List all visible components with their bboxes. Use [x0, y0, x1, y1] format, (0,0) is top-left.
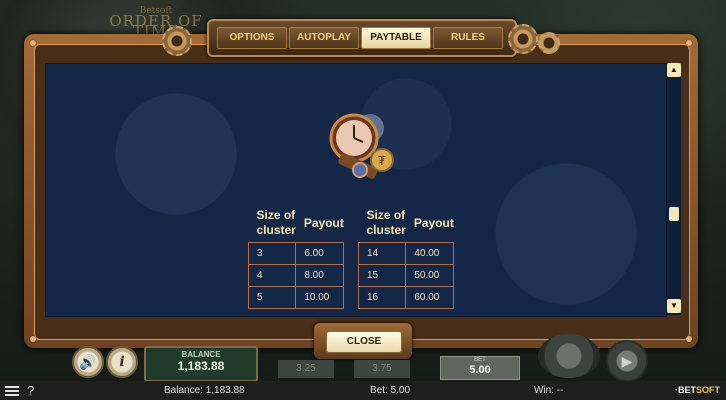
- menu-tabs: OPTIONS AUTOPLAY PAYTABLE RULES: [217, 27, 503, 49]
- table-row: 5 10.00: [247, 286, 345, 309]
- cluster-size-cell: 15: [357, 264, 407, 287]
- status-bar: ? Balance: 1,183.88 Bet: 5.00 Win: -- ·B…: [0, 381, 726, 400]
- payout-cell: 50.00: [405, 264, 455, 287]
- tab-autoplay[interactable]: AUTOPLAY: [289, 27, 359, 49]
- scroll-down-button[interactable]: ▼: [667, 299, 681, 313]
- rivet-icon: [30, 336, 36, 342]
- status-balance: Balance: 1,183.88: [164, 385, 245, 396]
- betsoft-logo: ·BETSOFT: [675, 385, 720, 395]
- menu-tab-bar: OPTIONS AUTOPLAY PAYTABLE RULES: [207, 19, 517, 57]
- pocket-watch-icon: ₮: [329, 113, 394, 179]
- balance-value: 1,183.88: [177, 359, 225, 373]
- table-row: 4 8.00: [247, 264, 345, 287]
- paytable-scrollbar[interactable]: ▲ ▼: [667, 63, 681, 315]
- autoplay-button[interactable]: ▶: [606, 340, 648, 382]
- gear-icon: [162, 26, 192, 56]
- payout-cell: 8.00: [295, 264, 345, 287]
- bet-value: 5.00: [469, 364, 491, 376]
- tab-rules[interactable]: RULES: [433, 27, 503, 49]
- paytable-right: Size of cluster Payout 14 40.00 15 50.00…: [357, 204, 455, 309]
- dimmed-value-left: 3.25: [278, 360, 334, 378]
- bet-display[interactable]: BET 5.00: [440, 356, 520, 380]
- header-payout: Payout: [413, 215, 454, 230]
- game-logo: Betsoft ORDER OF TIME: [96, 6, 216, 40]
- header-cluster-size: Size of cluster: [256, 208, 296, 237]
- cluster-size-cell: 14: [357, 242, 407, 265]
- paytable-left: Size of cluster Payout 3 6.00 4 8.00 5 1…: [247, 204, 345, 309]
- sound-button[interactable]: 🔊: [72, 346, 104, 378]
- balance-label: BALANCE: [181, 350, 221, 359]
- close-button[interactable]: CLOSE: [326, 331, 402, 353]
- header-cluster-size: Size of cluster: [366, 208, 406, 237]
- gear-icon: [538, 32, 560, 54]
- cluster-size-cell: 4: [247, 264, 297, 287]
- help-icon[interactable]: ?: [27, 381, 34, 400]
- table-row: 16 60.00: [357, 286, 455, 309]
- info-button[interactable]: i: [106, 346, 138, 378]
- payout-cell: 60.00: [405, 286, 455, 309]
- cluster-size-cell: 5: [247, 286, 297, 309]
- balance-display: BALANCE 1,183.88: [144, 346, 258, 382]
- dimmed-value-right: 3.75: [354, 360, 410, 378]
- tab-options[interactable]: OPTIONS: [217, 27, 287, 49]
- status-win: Win: --: [534, 385, 564, 396]
- cluster-size-cell: 16: [357, 286, 407, 309]
- rivet-icon: [30, 40, 36, 46]
- bet-label: BET: [474, 357, 486, 363]
- gear-icon: [508, 24, 538, 54]
- header-payout: Payout: [303, 215, 344, 230]
- payout-cell: 40.00: [405, 242, 455, 265]
- scroll-up-button[interactable]: ▲: [667, 63, 681, 77]
- table-row: 15 50.00: [357, 264, 455, 287]
- payout-cell: 6.00: [295, 242, 345, 265]
- rivet-icon: [686, 40, 692, 46]
- svg-text:₮: ₮: [378, 154, 386, 168]
- payout-cell: 10.00: [295, 286, 345, 309]
- table-row: 14 40.00: [357, 242, 455, 265]
- rivet-icon: [686, 336, 692, 342]
- scroll-thumb[interactable]: [669, 207, 679, 221]
- cluster-size-cell: 3: [247, 242, 297, 265]
- spin-button[interactable]: [538, 334, 600, 378]
- tab-paytable[interactable]: PAYTABLE: [361, 27, 431, 49]
- status-bet: Bet: 5.00: [370, 385, 411, 396]
- game-logo-title: ORDER OF TIME: [109, 12, 203, 40]
- table-row: 3 6.00: [247, 242, 345, 265]
- paytable-content: ₮ Size of cluster Payout 3 6.00 4 8.00 5…: [45, 63, 667, 317]
- hamburger-menu-icon[interactable]: [5, 386, 19, 396]
